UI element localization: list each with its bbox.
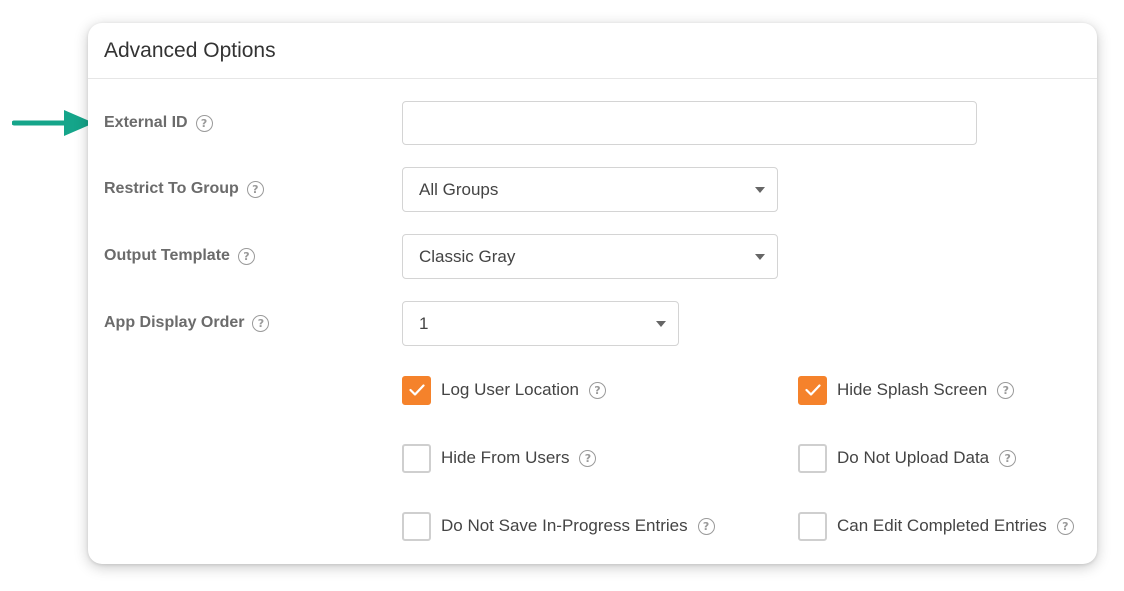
help-icon[interactable]: ? <box>579 449 597 467</box>
do-not-upload-data-checkbox[interactable] <box>798 443 827 473</box>
help-icon[interactable]: ? <box>237 247 255 265</box>
help-icon[interactable]: ? <box>1056 517 1074 535</box>
pointer-arrow-icon <box>12 110 94 136</box>
hide-splash-screen-label: Hide Splash Screen <box>837 380 988 399</box>
do-not-upload-data-option: Do Not Upload Data ? <box>798 443 1017 473</box>
output-template-label-text: Output Template <box>104 247 230 264</box>
advanced-options-card: Advanced Options External ID ? Restrict … <box>88 23 1097 564</box>
hide-from-users-option: Hide From Users ? <box>402 443 597 473</box>
checkmark-icon <box>804 384 821 396</box>
hide-from-users-label: Hide From Users <box>441 448 570 467</box>
card-header: Advanced Options <box>88 23 1097 79</box>
caret-down-icon <box>656 321 666 327</box>
can-edit-completed-checkbox[interactable] <box>798 511 827 541</box>
external-id-label-text: External ID <box>104 114 188 131</box>
log-user-location-option: Log User Location ? <box>402 375 606 405</box>
help-icon[interactable]: ? <box>997 381 1015 399</box>
do-not-upload-data-label: Do Not Upload Data <box>837 448 990 467</box>
hide-splash-screen-option: Hide Splash Screen ? <box>798 375 1015 405</box>
display-order-label: App Display Order ? <box>104 311 270 335</box>
help-icon[interactable]: ? <box>195 114 213 132</box>
caret-down-icon <box>755 187 765 193</box>
do-not-save-in-progress-label: Do Not Save In-Progress Entries <box>441 516 688 535</box>
display-order-value: 1 <box>419 313 429 333</box>
external-id-input[interactable] <box>402 101 977 145</box>
output-template-select[interactable]: Classic Gray <box>402 234 778 279</box>
do-not-save-in-progress-checkbox[interactable] <box>402 511 431 541</box>
do-not-save-in-progress-option: Do Not Save In-Progress Entries ? <box>402 511 715 541</box>
output-template-label: Output Template ? <box>104 244 255 268</box>
card-title: Advanced Options <box>104 38 276 62</box>
display-order-label-text: App Display Order <box>104 314 245 331</box>
external-id-label: External ID ? <box>104 111 213 135</box>
help-icon[interactable]: ? <box>252 314 270 332</box>
restrict-group-label-text: Restrict To Group <box>104 180 239 197</box>
hide-from-users-checkbox[interactable] <box>402 443 431 473</box>
output-template-value: Classic Gray <box>419 246 516 266</box>
can-edit-completed-option: Can Edit Completed Entries ? <box>798 511 1074 541</box>
restrict-group-label: Restrict To Group ? <box>104 177 264 201</box>
restrict-group-select[interactable]: All Groups <box>402 167 778 212</box>
display-order-select[interactable]: 1 <box>402 301 679 346</box>
hide-splash-screen-checkbox[interactable] <box>798 375 827 405</box>
checkmark-icon <box>408 384 425 396</box>
log-user-location-checkbox[interactable] <box>402 375 431 405</box>
help-icon[interactable]: ? <box>999 449 1017 467</box>
caret-down-icon <box>755 254 765 260</box>
help-icon[interactable]: ? <box>246 180 264 198</box>
restrict-group-value: All Groups <box>419 179 499 199</box>
can-edit-completed-label: Can Edit Completed Entries <box>837 516 1047 535</box>
help-icon[interactable]: ? <box>588 381 606 399</box>
log-user-location-label: Log User Location <box>441 380 579 399</box>
help-icon[interactable]: ? <box>697 517 715 535</box>
